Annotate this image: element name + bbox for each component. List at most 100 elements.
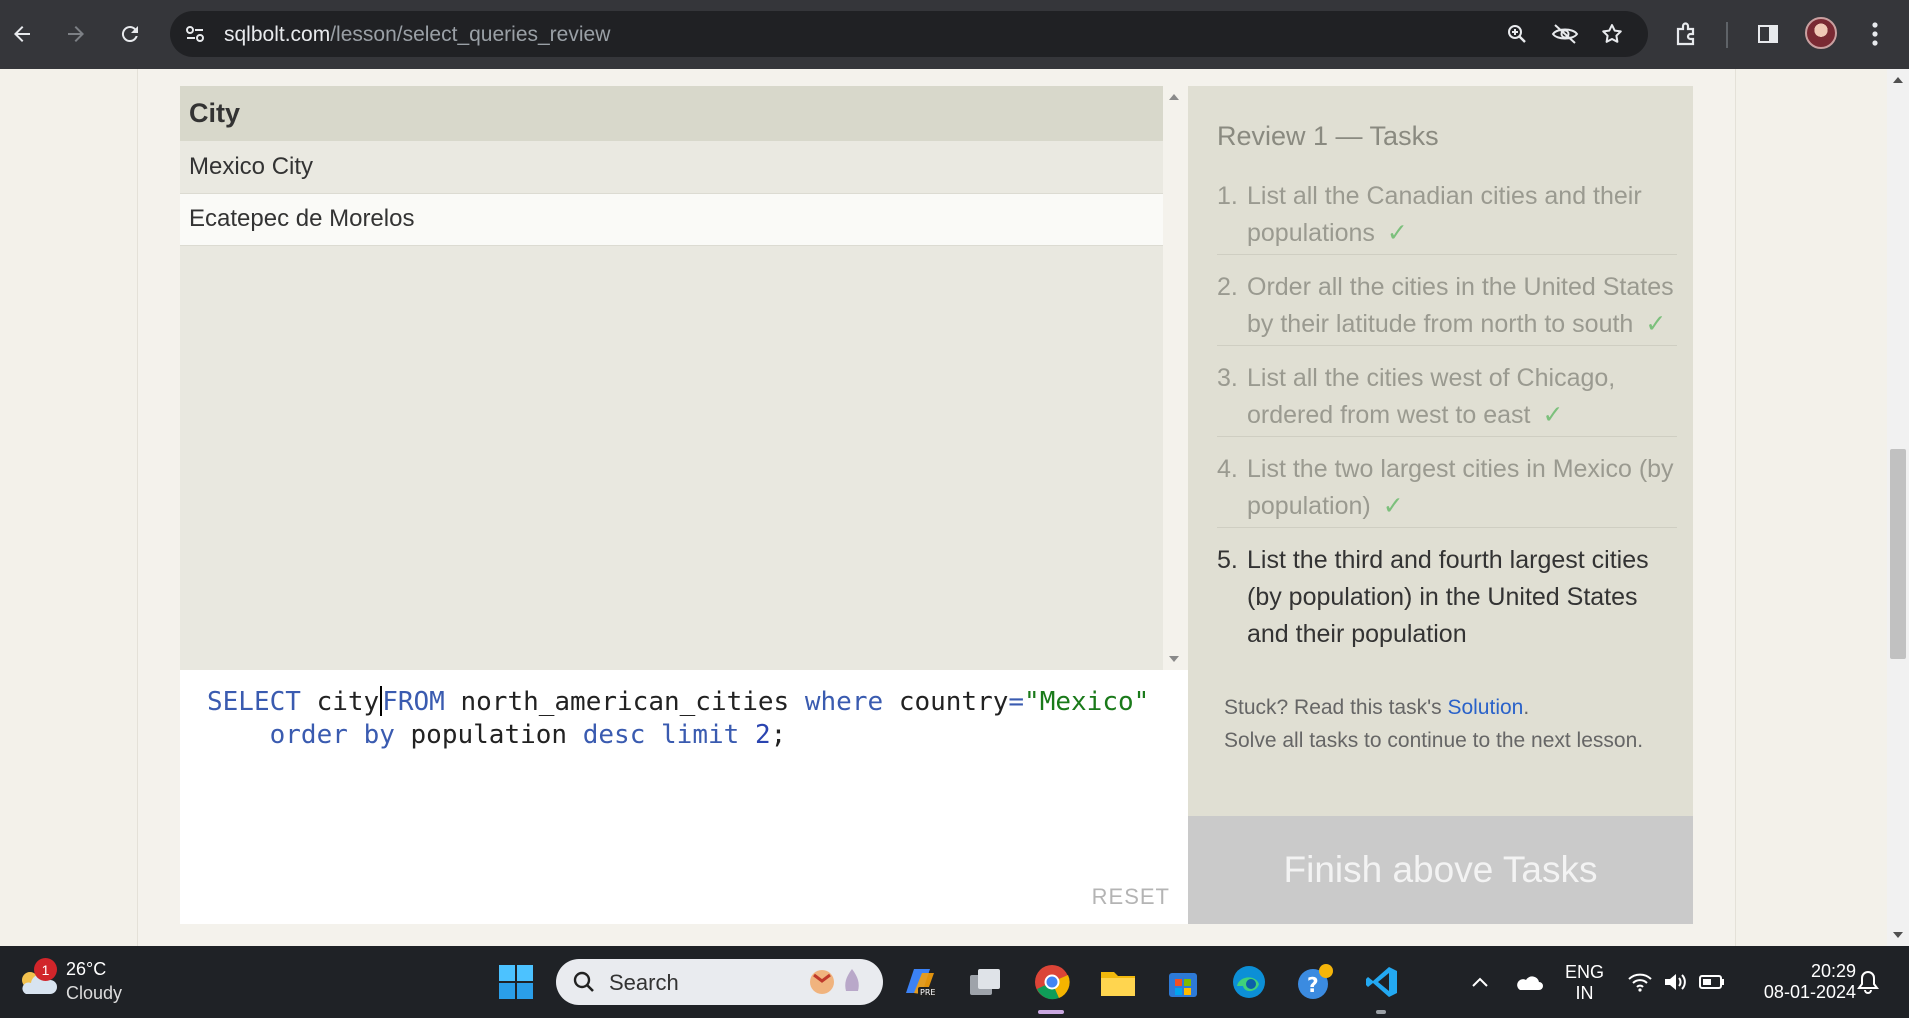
vscode-icon[interactable]	[1360, 960, 1404, 1004]
page-scrollbar[interactable]	[1887, 69, 1909, 946]
copilot-icon[interactable]: PRE	[897, 960, 941, 1004]
task-number: 2.	[1217, 273, 1238, 301]
tracking-protection-icon[interactable]	[1548, 17, 1582, 51]
task-text: List the third and fourth largest cities…	[1247, 546, 1649, 648]
results-table: City Mexico City Ecatepec de Morelos	[180, 86, 1163, 246]
toolbar-divider	[1726, 22, 1728, 48]
zoom-icon[interactable]	[1500, 17, 1534, 51]
site-settings-icon[interactable]	[184, 23, 206, 50]
task-text: List all the Canadian cities and their p…	[1247, 178, 1677, 252]
bookmark-star-icon[interactable]	[1595, 17, 1629, 51]
profile-avatar[interactable]	[1805, 17, 1837, 49]
windows-start-icon[interactable]	[494, 960, 538, 1004]
windows-taskbar: 1 26°C Cloudy Search PRE ? ENG IN 20:29 …	[0, 946, 1909, 1018]
table-row: Ecatepec de Morelos	[180, 193, 1163, 246]
side-panel-icon[interactable]	[1751, 17, 1785, 51]
url-text: sqlbolt.com/lesson/select_queries_review	[224, 23, 610, 47]
weather-temperature: 26°C	[66, 959, 107, 979]
chevron-up-icon[interactable]	[1458, 960, 1502, 1004]
task-label: List all the Canadian cities and their p…	[1247, 182, 1642, 247]
code-token: by	[363, 720, 395, 750]
url-domain: sqlbolt.com	[224, 23, 331, 46]
table-cell: Mexico City	[180, 141, 1163, 194]
forward-icon[interactable]	[56, 14, 96, 54]
task-view-icon[interactable]	[963, 960, 1007, 1004]
svg-text:?: ?	[1307, 973, 1319, 997]
code-token: "Mexico"	[1024, 687, 1150, 717]
active-app-indicator	[1038, 1010, 1064, 1014]
code-token: desc	[582, 720, 646, 750]
file-explorer-icon[interactable]	[1096, 960, 1140, 1004]
get-help-icon[interactable]: ?	[1293, 960, 1337, 1004]
code-token: limit	[661, 720, 740, 750]
weather-badge: 1	[34, 958, 57, 981]
code-token: north_american_cities	[460, 687, 790, 717]
check-icon: ✓	[1542, 401, 1564, 429]
microsoft-store-icon[interactable]	[1161, 960, 1205, 1004]
check-icon: ✓	[1382, 492, 1404, 520]
clock-time: 20:29	[1810, 961, 1856, 981]
stuck-suffix: .	[1523, 696, 1530, 719]
address-bar[interactable]: sqlbolt.com/lesson/select_queries_review	[170, 11, 1648, 57]
task-label: Order all the cities in the United State…	[1247, 273, 1674, 338]
task-number: 5.	[1217, 546, 1238, 574]
check-icon: ✓	[1386, 219, 1408, 247]
running-app-indicator	[1376, 1010, 1386, 1014]
task-number: 4.	[1217, 455, 1238, 483]
tasks-title: Review 1 — Tasks	[1217, 121, 1439, 151]
menu-kebab-icon[interactable]	[1858, 17, 1892, 51]
notification-bell-icon[interactable]	[1846, 960, 1890, 1004]
task-text: List the two largest cities in Mexico (b…	[1247, 451, 1677, 525]
code-token: city	[316, 687, 380, 717]
results-scrollbar[interactable]	[1163, 86, 1185, 670]
tasks-panel: Review 1 — Tasks 1. List all the Canadia…	[1188, 86, 1693, 924]
task-text: Order all the cities in the United State…	[1247, 269, 1677, 343]
query-results: City Mexico City Ecatepec de Morelos	[180, 86, 1163, 670]
url-path: /lesson/select_queries_review	[330, 23, 611, 46]
task-list: 1. List all the Canadian cities and thei…	[1217, 178, 1677, 669]
search-icon	[572, 970, 596, 999]
task-item: 4. List the two largest cities in Mexico…	[1217, 451, 1677, 528]
search-highlight-icon	[808, 965, 872, 1004]
extensions-icon[interactable]	[1670, 17, 1704, 51]
task-item-active: 5. List the third and fourth largest cit…	[1217, 542, 1677, 655]
battery-icon[interactable]	[1690, 960, 1734, 1004]
code-token: =	[1008, 687, 1025, 717]
sql-editor[interactable]: SELECT city FROM north_american_cities wh…	[180, 670, 1188, 924]
stuck-text: Stuck? Read this task's	[1224, 696, 1448, 719]
search-label: Search	[609, 970, 679, 995]
taskbar-search[interactable]: Search	[556, 959, 883, 1005]
page-viewport: City Mexico City Ecatepec de Morelos SEL…	[0, 69, 1887, 946]
language-indicator[interactable]: ENG IN	[1565, 962, 1604, 1004]
solution-link[interactable]: Solution	[1447, 696, 1523, 719]
chrome-taskbar-icon[interactable]	[1030, 960, 1074, 1004]
svg-text:PRE: PRE	[920, 988, 935, 997]
scrollbar-thumb[interactable]	[1890, 449, 1906, 659]
finish-tasks-button[interactable]: Finish above Tasks	[1188, 816, 1693, 924]
code-token: SELECT	[207, 687, 301, 717]
task-number: 1.	[1217, 182, 1238, 210]
table-row: Mexico City	[180, 141, 1163, 194]
task-item: 3. List all the cities west of Chicago, …	[1217, 360, 1677, 437]
code-token: where	[804, 687, 884, 717]
task-item: 2. Order all the cities in the United St…	[1217, 269, 1677, 346]
code-token: order	[269, 720, 348, 750]
reset-button[interactable]: RESET	[1092, 884, 1170, 910]
continue-text: Solve all tasks to continue to the next …	[1224, 729, 1644, 752]
check-icon: ✓	[1645, 310, 1667, 338]
code-token: country	[898, 687, 1009, 717]
back-icon[interactable]	[2, 14, 42, 54]
reload-icon[interactable]	[110, 14, 150, 54]
code-token: population	[410, 720, 568, 750]
onedrive-icon[interactable]	[1507, 960, 1551, 1004]
code-token: ;	[770, 720, 787, 750]
edge-icon[interactable]	[1227, 960, 1271, 1004]
clock[interactable]: 20:29 08-01-2024	[1746, 961, 1856, 1003]
clock-date: 08-01-2024	[1763, 982, 1856, 1002]
sql-code[interactable]: SELECT city FROM north_american_cities wh…	[207, 686, 1149, 752]
language-code: ENG	[1565, 962, 1605, 982]
task-item: 1. List all the Canadian cities and thei…	[1217, 178, 1677, 255]
task-text: List all the cities west of Chicago, ord…	[1247, 360, 1677, 434]
code-token: FROM	[382, 687, 445, 717]
weather-description: Cloudy	[66, 983, 123, 1003]
